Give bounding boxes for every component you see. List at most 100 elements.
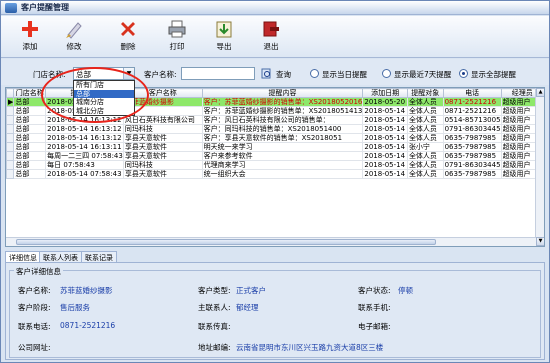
table-row[interactable]: 总部 2018-05-14 16:13:12 同玛科技 客户：同玛科技的销售单：XS2… bbox=[6, 124, 544, 134]
customer-stage-value: 售后服务 bbox=[60, 303, 90, 312]
main-window: 客户提醒管理 添加 修改 删除 打印 导出 退出 门店名称: 总部 ▼ 客户名称… bbox=[0, 0, 550, 363]
table-cell: 2018-05-14 bbox=[362, 106, 408, 116]
column-header[interactable]: 门店名称 bbox=[13, 88, 47, 98]
tab-details[interactable]: 详细信息 bbox=[5, 251, 41, 262]
table-cell: 全体人员 bbox=[406, 115, 444, 125]
store-option[interactable]: 总部 bbox=[74, 89, 134, 98]
store-label: 门店名称: bbox=[33, 70, 66, 79]
table-cell: 每周一二三四 07:58:43 bbox=[45, 151, 124, 161]
exit-button[interactable]: 退出 bbox=[254, 19, 288, 57]
table-cell: 代理商来学习 bbox=[201, 160, 364, 170]
store-dropdown-list[interactable]: 所有门店 总部 城南分店 城北分店 bbox=[73, 80, 135, 116]
customer-label: 客户名称: bbox=[144, 70, 177, 79]
brush-icon bbox=[66, 22, 82, 39]
table-cell: 2018-05-14 bbox=[362, 133, 408, 143]
export-button[interactable]: 导出 bbox=[207, 19, 241, 57]
table-cell: 享县天意软件 bbox=[122, 133, 203, 143]
table-cell: 苏菲蓝婚纱摄影 bbox=[122, 97, 203, 107]
address-value: 云南省昆明市东川区兴玉路九资大道8区三楼 bbox=[236, 343, 384, 352]
table-cell: 0635-7987985 bbox=[442, 142, 502, 152]
column-header[interactable]: 提醒对象 bbox=[406, 88, 444, 98]
table-cell bbox=[122, 106, 203, 116]
delete-button[interactable]: 删除 bbox=[111, 19, 145, 57]
row-indicator bbox=[6, 106, 15, 116]
exit-icon bbox=[263, 21, 279, 37]
table-cell: 总部 bbox=[13, 160, 47, 170]
table-cell: 客户：同玛科技的销售单：XS2018051400 bbox=[201, 124, 364, 134]
table-cell: 2018-05-14 bbox=[362, 124, 408, 134]
store-option[interactable]: 城南分店 bbox=[74, 98, 134, 107]
column-header[interactable]: 电话 bbox=[442, 88, 502, 98]
table-cell: 2018-05-14 16:13:12 bbox=[45, 115, 124, 125]
tab-records[interactable]: 联系记录 bbox=[81, 251, 117, 262]
table-row[interactable]: 总部 2018-05-14 16:13:11 享县天意软件 明天统一来学习 2018-0… bbox=[6, 142, 544, 152]
table-row[interactable]: 总部 每日 07:58:43 同玛科技 代理商来学习 2018-05-14 全体人员 079… bbox=[6, 160, 544, 170]
edit-button[interactable]: 修改 bbox=[57, 19, 91, 57]
table-cell: 全体人员 bbox=[406, 106, 444, 116]
table-cell: 每日 07:58:43 bbox=[45, 160, 124, 170]
table-cell: 0514-85713005 bbox=[442, 115, 502, 125]
table-cell: 总部 bbox=[13, 106, 47, 116]
row-indicator bbox=[6, 124, 15, 134]
table-cell: 客户：苏菲蓝婚纱摄影的销售单：XS2018052016 bbox=[201, 97, 364, 107]
table-cell: 风日石英科技有限公司 bbox=[122, 115, 203, 125]
store-select[interactable]: 总部 ▼ bbox=[73, 67, 135, 80]
table-cell: 客户：享县天意软件的销售单：XS2018051 bbox=[201, 133, 364, 143]
table-cell: 总部 bbox=[13, 115, 47, 125]
customer-stage-label: 客户阶段: bbox=[18, 303, 51, 312]
table-cell: 2018-05-14 bbox=[362, 151, 408, 161]
store-option[interactable]: 城北分店 bbox=[74, 107, 134, 116]
column-header[interactable]: 客户名称 bbox=[122, 88, 203, 98]
radio-week-label: 显示最近7天提醒 bbox=[394, 70, 452, 79]
row-indicator bbox=[6, 160, 15, 170]
radio-circle-icon bbox=[459, 69, 468, 78]
row-header-corner bbox=[6, 88, 15, 98]
table-cell: 总部 bbox=[13, 97, 47, 107]
table-cell: 客户来参考软件 bbox=[201, 151, 364, 161]
table-cell: 2018-05-14 07:58:43 bbox=[45, 169, 124, 179]
horizontal-scrollbar[interactable] bbox=[6, 237, 536, 246]
query-button[interactable]: 查询 bbox=[259, 67, 299, 80]
table-cell: 0791-86303445 bbox=[442, 124, 502, 134]
customer-status-label: 客户状态: bbox=[358, 286, 391, 295]
table-cell: 0871-2521216 bbox=[442, 97, 502, 107]
detail-fieldset: 客户详细信息 客户名称: 苏菲蓝婚纱摄影 客户类型: 正式客户 客户状态: 停顿… bbox=[9, 266, 541, 358]
table-cell: 同玛科技 bbox=[122, 160, 203, 170]
table-row[interactable]: 总部 2018-05-14 16:13:12 享县天意软件 客户：享县天意软件的销售单… bbox=[6, 133, 544, 143]
table-cell: 总部 bbox=[13, 133, 47, 143]
tab-contacts[interactable]: 联系人列表 bbox=[39, 251, 82, 262]
window-title: 客户提醒管理 bbox=[21, 3, 69, 12]
vertical-scrollbar[interactable]: ▲ ▼ bbox=[535, 88, 544, 246]
customer-input[interactable] bbox=[181, 67, 255, 80]
table-cell: 全体人员 bbox=[406, 151, 444, 161]
edit-label: 修改 bbox=[66, 42, 82, 51]
add-button[interactable]: 添加 bbox=[13, 19, 47, 57]
table-cell: 全体人员 bbox=[406, 160, 444, 170]
scroll-down-icon[interactable]: ▼ bbox=[536, 237, 544, 246]
delete-x-icon bbox=[121, 22, 135, 36]
table-cell: 0635-7987985 bbox=[442, 133, 502, 143]
table-cell: 全体人员 bbox=[406, 169, 444, 179]
table-cell: 0635-7987985 bbox=[442, 169, 502, 179]
detail-panel: 客户详细信息 客户名称: 苏菲蓝婚纱摄影 客户类型: 正式客户 客户状态: 停顿… bbox=[5, 262, 545, 360]
table-row[interactable]: 总部 2018-05-14 16:13:12 风日石英科技有限公司 客户：风日石英科技… bbox=[6, 115, 544, 125]
table-row[interactable]: 总部 2018-05-14 07:58:43 享县天意软件 统一组织大会 2018-05… bbox=[6, 169, 544, 179]
print-button[interactable]: 打印 bbox=[160, 19, 194, 57]
table-cell: 客户：风日石英科技有限公司的销售单： bbox=[201, 115, 364, 125]
column-header[interactable]: 添加日期 bbox=[362, 88, 408, 98]
column-header[interactable]: 提醒内容 bbox=[201, 88, 364, 98]
table-cell: 2018-05-14 16:13:12 bbox=[45, 133, 124, 143]
table-cell: 享县天意软件 bbox=[122, 151, 203, 161]
customer-type-label: 客户类型: bbox=[198, 286, 231, 295]
radio-all-label: 显示全部提醒 bbox=[471, 70, 516, 79]
table-row[interactable]: 总部 每周一二三四 07:58:43 享县天意软件 客户来参考软件 2018-05-14… bbox=[6, 151, 544, 161]
customer-name-value: 苏菲蓝婚纱摄影 bbox=[60, 286, 113, 295]
store-option[interactable]: 所有门店 bbox=[74, 81, 134, 90]
customer-name-label: 客户名称: bbox=[18, 286, 51, 295]
chevron-down-icon[interactable]: ▼ bbox=[123, 68, 134, 79]
scroll-up-icon[interactable]: ▲ bbox=[536, 88, 544, 97]
detail-section-title: 客户详细信息 bbox=[14, 266, 63, 277]
radio-circle-icon bbox=[310, 69, 319, 78]
scroll-thumb[interactable] bbox=[16, 239, 436, 245]
row-indicator bbox=[6, 115, 15, 125]
